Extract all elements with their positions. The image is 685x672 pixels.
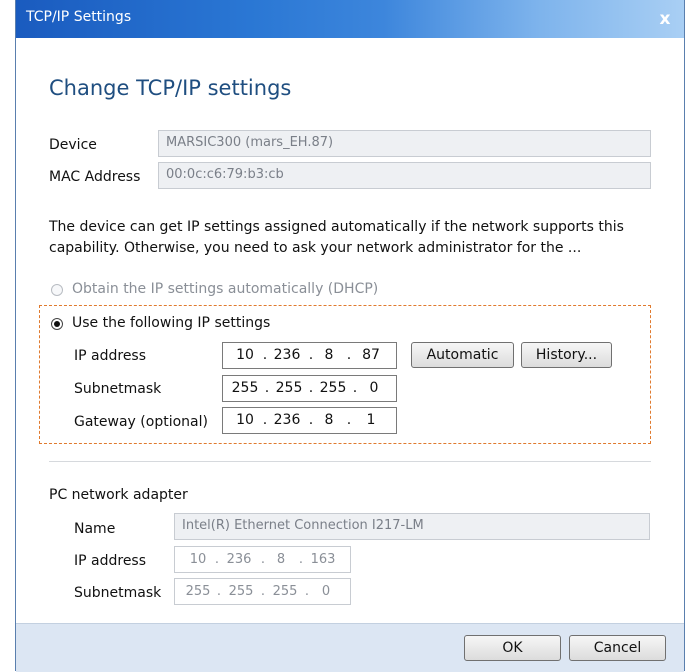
adapter-subnet-octet-3: 255 <box>272 584 298 599</box>
adapter-ip-octet-2: 236 <box>226 552 252 567</box>
octet-separator: . <box>352 380 358 396</box>
cancel-button[interactable]: Cancel <box>569 635 666 661</box>
pc-adapter-section-label: PC network adapter <box>49 487 188 503</box>
subnet-octet-3: 255 <box>319 380 347 396</box>
octet-separator: . <box>346 412 352 428</box>
subnetmask-input[interactable]: 255 . 255 . 255 . 0 <box>222 375 397 402</box>
octet-separator: . <box>260 552 266 567</box>
description-text: The device can get IP settings assigned … <box>49 219 624 256</box>
ip-octet-4: 87 <box>362 347 380 363</box>
ip-address-input[interactable]: 10 . 236 . 8 . 87 <box>222 342 397 369</box>
section-divider <box>49 461 651 462</box>
octet-separator: . <box>308 412 314 428</box>
octet-separator: . <box>262 412 268 428</box>
octet-separator: . <box>298 552 304 567</box>
adapter-ip-label: IP address <box>74 553 147 569</box>
adapter-ip-octet-1: 10 <box>189 552 207 567</box>
adapter-subnet-label: Subnetmask <box>74 585 162 601</box>
dhcp-radio-label: Obtain the IP settings automatically (DH… <box>72 281 379 297</box>
history-button[interactable]: History... <box>521 342 612 368</box>
adapter-ip-octet-3: 8 <box>276 552 286 567</box>
device-label: Device <box>49 137 97 153</box>
title-bar[interactable]: TCP/IP Settings x <box>16 0 684 38</box>
octet-separator: . <box>214 552 220 567</box>
adapter-name-label: Name <box>74 521 116 537</box>
adapter-subnet-field: 255 . 255 . 255 . 0 <box>174 578 351 605</box>
adapter-subnet-octet-2: 255 <box>228 584 254 599</box>
octet-separator: . <box>264 380 270 396</box>
adapter-ip-octet-4: 163 <box>310 552 336 567</box>
adapter-subnet-octet-4: 0 <box>321 584 331 599</box>
adapter-name-field: Intel(R) Ethernet Connection I217-LM <box>174 513 650 540</box>
octet-separator: . <box>260 584 266 599</box>
window-title: TCP/IP Settings <box>26 9 132 25</box>
gateway-octet-2: 236 <box>273 412 301 428</box>
octet-separator: . <box>304 584 310 599</box>
subnet-octet-2: 255 <box>275 380 303 396</box>
ip-address-label: IP address <box>74 348 147 364</box>
ok-button[interactable]: OK <box>464 635 561 661</box>
octet-separator: . <box>308 380 314 396</box>
subnet-octet-4: 0 <box>369 380 379 396</box>
octet-separator: . <box>308 347 314 363</box>
page-title: Change TCP/IP settings <box>49 76 292 100</box>
manual-ip-radio[interactable] <box>51 318 63 330</box>
close-icon[interactable]: x <box>654 8 676 30</box>
ip-octet-1: 10 <box>236 347 254 363</box>
octet-separator: . <box>346 347 352 363</box>
device-field: MARSIC300 (mars_EH.87) <box>158 130 651 157</box>
gateway-input[interactable]: 10 . 236 . 8 . 1 <box>222 407 397 434</box>
gateway-octet-1: 10 <box>236 412 254 428</box>
octet-separator: . <box>216 584 222 599</box>
subnetmask-label: Subnetmask <box>74 381 162 397</box>
mac-address-field: 00:0c:c6:79:b3:cb <box>158 162 651 189</box>
gateway-octet-4: 1 <box>366 412 376 428</box>
dhcp-radio[interactable] <box>51 284 63 296</box>
gateway-octet-3: 8 <box>324 412 334 428</box>
tcpip-settings-dialog: TCP/IP Settings x Change TCP/IP settings… <box>15 0 685 672</box>
mac-address-label: MAC Address <box>49 169 141 185</box>
adapter-ip-field: 10 . 236 . 8 . 163 <box>174 546 351 573</box>
adapter-subnet-octet-1: 255 <box>185 584 211 599</box>
gateway-label: Gateway (optional) <box>74 414 208 430</box>
ip-octet-2: 236 <box>273 347 301 363</box>
dialog-footer: OK Cancel <box>16 623 684 672</box>
ip-octet-3: 8 <box>324 347 334 363</box>
manual-ip-radio-label: Use the following IP settings <box>72 315 271 331</box>
octet-separator: . <box>262 347 268 363</box>
automatic-button[interactable]: Automatic <box>411 342 514 368</box>
subnet-octet-1: 255 <box>231 380 259 396</box>
